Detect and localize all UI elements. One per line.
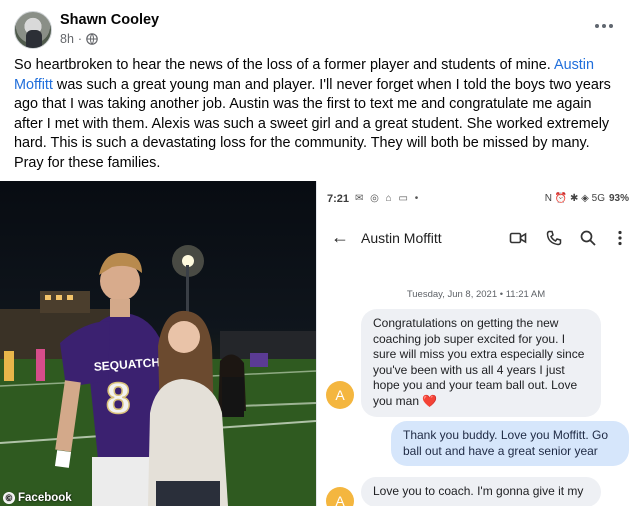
text-message-screenshot[interactable]: 7:21 ✉ ◎ ⌂ ▭ • N ⏰ ✱ ◈ 5G 93% ← Austin M… — [316, 181, 634, 506]
phone-icon[interactable] — [545, 229, 563, 247]
more-vertical-icon[interactable] — [611, 229, 629, 247]
status-bar: 7:21 ✉ ◎ ⌂ ▭ • N ⏰ ✱ ◈ 5G 93% — [317, 191, 634, 209]
more-options-icon[interactable] — [590, 16, 618, 36]
contact-avatar[interactable]: A — [326, 381, 354, 409]
message-text: Thank you buddy. Love you Moffitt. Go ba… — [403, 428, 609, 458]
post-text-part-1: So heartbroken to hear the news of the l… — [14, 57, 554, 73]
jersey-number: 8 — [106, 374, 130, 423]
post-media[interactable]: SEQUATCHIE 8 © Facebook 7:21 ✉ ◎ ⌂ ▭ • N… — [0, 181, 634, 506]
message-incoming[interactable]: Congratulations on getting the new coach… — [361, 309, 601, 417]
video-icon[interactable] — [509, 229, 527, 247]
message-incoming[interactable]: Love you to coach. I'm gonna give it my — [361, 477, 601, 506]
globe-icon[interactable] — [86, 33, 98, 45]
status-system-icons: N ⏰ ✱ ◈ 5G — [544, 193, 605, 204]
meta-separator: · — [77, 32, 83, 46]
back-arrow-icon[interactable]: ← — [331, 227, 349, 248]
photo-credit-label: Facebook — [18, 492, 72, 504]
photo-credit: © Facebook — [3, 492, 72, 504]
author-avatar[interactable] — [14, 11, 52, 49]
status-right: N ⏰ ✱ ◈ 5G 93% — [545, 193, 629, 204]
battery-level: 93% — [608, 193, 629, 204]
contact-name[interactable]: Austin Moffitt — [361, 230, 442, 246]
copyright-icon: © — [3, 492, 15, 504]
chat-header: ← Austin Moffitt — [317, 221, 634, 253]
message-outgoing[interactable]: Thank you buddy. Love you Moffitt. Go ba… — [391, 421, 629, 467]
contact-avatar[interactable]: A — [326, 487, 354, 506]
post-time[interactable]: 8h — [60, 32, 74, 46]
message-date: Tuesday, Jun 8, 2021 • 11:21 AM — [406, 289, 546, 300]
search-icon[interactable] — [579, 229, 597, 247]
post-meta: 8h · — [60, 32, 98, 46]
author-name[interactable]: Shawn Cooley — [60, 12, 159, 28]
status-time: 7:21 — [327, 193, 350, 205]
football-photo[interactable]: SEQUATCHIE 8 © Facebook — [0, 181, 316, 506]
post-text-part-2: was such a great young man and player. I… — [14, 76, 611, 171]
heart-emoji: ❤️ — [422, 393, 438, 408]
photo-illustration: SEQUATCHIE 8 — [0, 245, 316, 506]
status-notification-icons: ✉ ◎ ⌂ ▭ • — [355, 193, 421, 204]
post-text: So heartbroken to hear the news of the l… — [14, 56, 622, 174]
message-text: Congratulations on getting the new coach… — [373, 316, 585, 408]
post-header: Shawn Cooley 8h · — [0, 0, 634, 52]
message-text: Love you to coach. I'm gonna give it my — [373, 484, 584, 498]
